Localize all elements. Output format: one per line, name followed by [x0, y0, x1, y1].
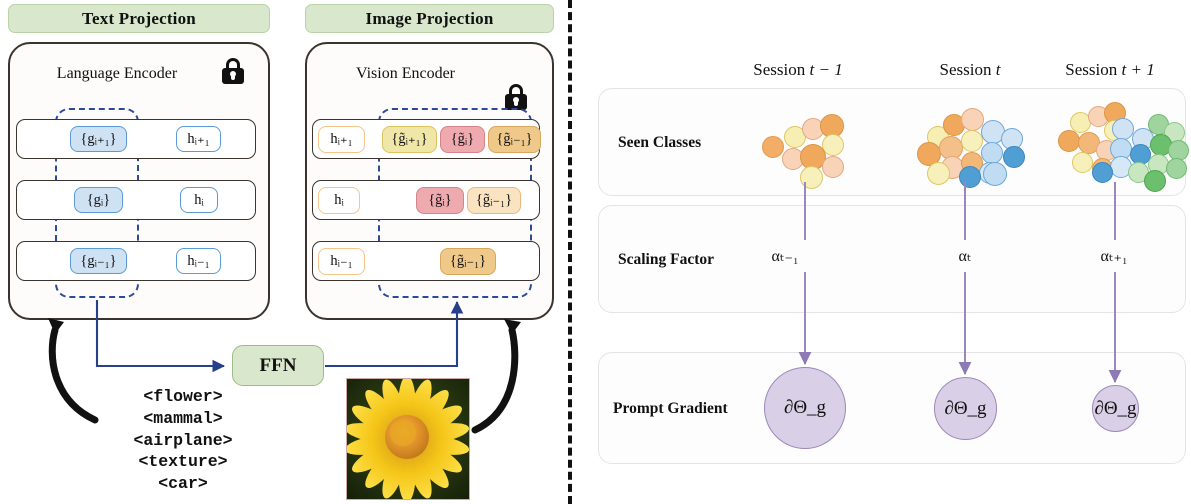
text-hidden-token[interactable]: hᵢ₋₁	[176, 248, 221, 274]
row-label-seen-classes: Seen Classes	[618, 134, 702, 151]
text-prompt-token[interactable]: {gᵢ₋₁}	[70, 248, 127, 274]
row-label-prompt-gradient: Prompt Gradient	[613, 400, 728, 417]
image-prompt-token[interactable]: {g̃ᵢ₋₁}	[488, 126, 541, 153]
image-hidden-token[interactable]: hᵢ	[318, 187, 360, 214]
panel-divider	[568, 0, 572, 504]
banner-text-projection: Text Projection	[8, 4, 270, 33]
row-label-scaling-factor: Scaling Factor	[618, 251, 714, 268]
cluster-session-cur	[917, 104, 1065, 190]
session-heading-cur: Session t	[900, 58, 1040, 82]
ffn-block[interactable]: FFN	[232, 345, 324, 386]
arrowhead-language	[48, 318, 64, 334]
text-hidden-token[interactable]: hᵢ	[180, 187, 218, 213]
class-token: <flower>	[143, 387, 223, 406]
vision-encoder-title: Vision Encoder	[355, 65, 455, 82]
class-token-list: <flower> <mammal> <airplane> <texture> <…	[88, 386, 278, 495]
lock-icon	[505, 84, 527, 110]
session-index: t + 1	[1121, 60, 1155, 79]
image-prompt-token[interactable]: {g̃ᵢ}	[416, 187, 464, 214]
text-hidden-token[interactable]: hᵢ₊₁	[176, 126, 221, 152]
gradient-circle-next: ∂Θ_g	[1092, 385, 1139, 432]
banner-image-projection: Image Projection	[305, 4, 554, 33]
session-heading-next: Session t + 1	[1030, 58, 1190, 82]
image-hidden-token[interactable]: hᵢ₋₁	[318, 248, 365, 275]
class-token: <car>	[158, 474, 208, 494]
session-label: Session	[939, 60, 992, 79]
scaling-factor-value: αₜ₋₁	[771, 248, 799, 265]
session-label: Session	[753, 60, 806, 79]
flower-photo	[346, 378, 470, 500]
image-prompt-token[interactable]: {g̃ᵢ₋₁}	[467, 187, 521, 214]
flower-photo-art	[347, 379, 469, 499]
text-prompt-token[interactable]: {gᵢ}	[74, 187, 123, 213]
image-prompt-token[interactable]: {g̃ᵢ}	[440, 126, 485, 153]
table-row	[16, 180, 256, 220]
scaling-factor-value: αₜ	[958, 248, 972, 265]
gradient-circle-prev: ∂Θ_g	[764, 367, 846, 449]
session-index: t − 1	[809, 60, 843, 79]
language-encoder-title: Language Encoder	[56, 65, 178, 82]
session-heading-prev: Session t − 1	[718, 58, 878, 82]
image-prompt-token[interactable]: {g̃ᵢ₊₁}	[382, 126, 437, 153]
class-token: <airplane>	[133, 430, 233, 450]
arrow-image-to-vision-encoder	[471, 326, 519, 434]
session-label: Session	[1065, 60, 1118, 79]
gradient-circle-cur: ∂Θ_g	[934, 377, 997, 440]
class-token: <texture>	[138, 452, 228, 472]
cluster-session-prev	[760, 108, 870, 189]
class-token: <mammal>	[143, 408, 223, 428]
arrowhead-vision	[504, 319, 521, 334]
figure-root: Text Projection Image Projection Languag…	[0, 0, 1191, 504]
scaling-factor-value: αₜ₊₁	[1100, 248, 1128, 265]
image-hidden-token[interactable]: hᵢ₊₁	[318, 126, 365, 153]
lock-icon	[222, 58, 244, 84]
session-index: t	[995, 60, 1001, 79]
image-prompt-token[interactable]: {g̃ᵢ₋₁}	[440, 248, 496, 275]
cluster-session-next	[1058, 100, 1191, 192]
text-prompt-token[interactable]: {gᵢ₊₁}	[70, 126, 127, 152]
